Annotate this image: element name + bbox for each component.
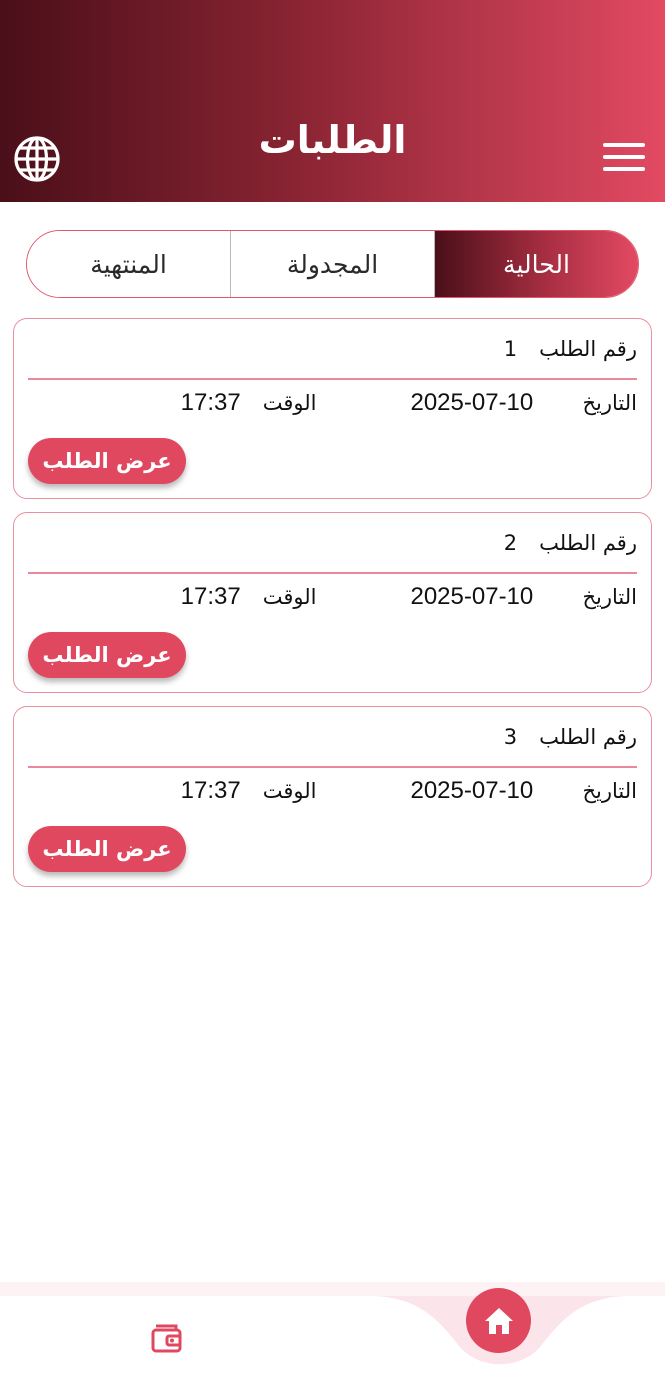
bottom-navigation	[0, 1282, 665, 1391]
order-time: 17:37	[180, 777, 241, 804]
order-time-label: الوقت	[262, 779, 317, 803]
order-date-label: التاريخ	[582, 779, 637, 803]
order-number-label: رقم الطلب	[539, 725, 637, 749]
tab-current[interactable]: الحالية	[434, 231, 638, 297]
view-order-button[interactable]: عرض الطلب	[28, 438, 186, 484]
order-card: رقم الطلب 2 التاريخ 2025-07-10 الوقت 17:…	[13, 512, 652, 693]
card-divider	[28, 378, 637, 380]
order-time-label: الوقت	[262, 391, 317, 415]
view-order-button[interactable]: عرض الطلب	[28, 632, 186, 678]
hamburger-menu-icon[interactable]	[603, 143, 647, 175]
tab-finished[interactable]: المنتهية	[27, 231, 230, 297]
order-number-row: رقم الطلب 3	[504, 725, 637, 749]
order-number: 1	[503, 337, 518, 361]
orders-tabs: المنتهية المجدولة الحالية	[26, 230, 639, 298]
app-header: الطلبات	[0, 0, 665, 202]
order-number-label: رقم الطلب	[539, 337, 637, 361]
order-number: 2	[503, 531, 518, 555]
order-date: 2025-07-10	[410, 777, 534, 804]
home-notch-curve	[370, 1296, 630, 1365]
card-divider	[28, 766, 637, 768]
order-date-label: التاريخ	[582, 585, 637, 609]
home-icon	[484, 1307, 513, 1334]
card-divider	[28, 572, 637, 574]
order-number-row: رقم الطلب 2	[504, 531, 637, 555]
order-number: 3	[503, 725, 518, 749]
order-card: رقم الطلب 1 التاريخ 2025-07-10 الوقت 17:…	[13, 318, 652, 499]
order-number-row: رقم الطلب 1	[504, 337, 637, 361]
view-order-button[interactable]: عرض الطلب	[28, 826, 186, 872]
order-time-label: الوقت	[262, 585, 317, 609]
order-date-label: التاريخ	[582, 391, 637, 415]
order-datetime-row: التاريخ 2025-07-10 الوقت 17:37	[181, 583, 637, 611]
order-card: رقم الطلب 3 التاريخ 2025-07-10 الوقت 17:…	[13, 706, 652, 887]
page-title: الطلبات	[258, 118, 407, 162]
order-time: 17:37	[180, 583, 241, 610]
order-time: 17:37	[180, 389, 241, 416]
order-datetime-row: التاريخ 2025-07-10 الوقت 17:37	[181, 389, 637, 417]
order-date: 2025-07-10	[410, 583, 534, 610]
home-button[interactable]	[466, 1288, 531, 1353]
tab-scheduled[interactable]: المجدولة	[230, 231, 434, 297]
order-number-label: رقم الطلب	[539, 531, 637, 555]
order-date: 2025-07-10	[410, 389, 534, 416]
order-datetime-row: التاريخ 2025-07-10 الوقت 17:37	[181, 777, 637, 805]
wallet-icon[interactable]	[150, 1322, 184, 1354]
